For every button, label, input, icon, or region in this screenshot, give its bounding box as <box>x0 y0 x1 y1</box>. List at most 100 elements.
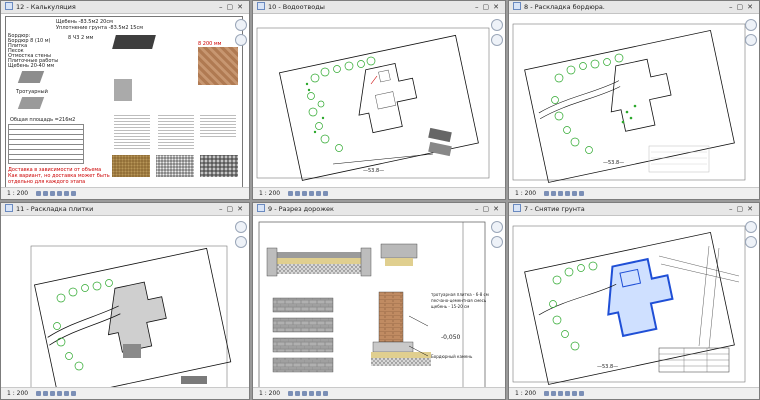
view-title: 10 - Водоотводы <box>268 3 325 11</box>
site-plan-drawing <box>256 27 490 181</box>
window-controls[interactable]: –▢✕ <box>219 203 247 215</box>
drawing-canvas[interactable] <box>1 216 249 391</box>
view-title: 11 - Раскладка плитки <box>16 205 94 213</box>
window-controls[interactable]: –▢✕ <box>475 203 503 215</box>
stone-texture <box>200 155 238 177</box>
site-plan-drawing <box>512 23 746 183</box>
calc-table <box>8 124 84 164</box>
view-control-bar[interactable]: 1 : 200 <box>253 387 505 399</box>
view-control-icons[interactable] <box>36 188 78 199</box>
scale-label[interactable]: 1 : 200 <box>515 190 536 197</box>
navigation-bar[interactable] <box>745 19 757 49</box>
view-calculation[interactable]: 12 - Калькуляция –▢✕ Щебень -83.5м2 20см … <box>0 0 250 200</box>
gravel-texture <box>156 155 194 177</box>
view-control-icons[interactable] <box>288 388 330 399</box>
paver-image-1 <box>17 71 45 83</box>
view-tile-layout[interactable]: 11 - Раскладка плитки –▢✕ 1 : 200 <box>0 202 250 400</box>
zoom-icon[interactable] <box>235 34 247 46</box>
steering-wheel-icon[interactable] <box>745 19 757 31</box>
sheet-icon <box>513 2 521 10</box>
calc-list-6: Щебень 20-40 мм <box>8 63 55 69</box>
view-control-bar[interactable]: 1 : 200 <box>509 387 759 399</box>
sand-texture <box>112 155 150 177</box>
view-titlebar[interactable]: 11 - Раскладка плитки –▢✕ <box>1 203 249 216</box>
scale-label[interactable]: 1 : 200 <box>259 190 280 197</box>
view-control-icons[interactable] <box>36 388 78 399</box>
view-control-icons[interactable] <box>288 188 330 199</box>
zoom-icon[interactable] <box>491 236 503 248</box>
view-path-section[interactable]: 9 - Разрез дорожек –▢✕ -0,050 тротуарная… <box>252 202 506 400</box>
drawing-sheet: Щебень -83.5м2 20см Уплотнение грунта -8… <box>5 16 243 188</box>
view-control-icons[interactable] <box>544 388 586 399</box>
drawing-canvas[interactable]: —53.8— <box>253 14 505 187</box>
elevation-value: -0,050 <box>441 334 461 341</box>
view-title: 9 - Разрез дорожек <box>268 205 334 213</box>
drawing-canvas[interactable]: Щебень -83.5м2 20см Уплотнение грунта -8… <box>1 14 249 188</box>
view-titlebar[interactable]: 10 - Водоотводы –▢✕ <box>253 1 505 14</box>
scale-label[interactable]: 1 : 200 <box>7 190 28 197</box>
red-mark: 8 200 мм <box>198 41 222 47</box>
view-curb-layout[interactable]: 8 - Раскладка бордюра. –▢✕ —53.8— 1 : 200 <box>508 0 760 200</box>
steering-wheel-icon[interactable] <box>235 19 247 31</box>
sheet-icon <box>5 204 13 212</box>
curb-image-2 <box>114 79 132 101</box>
view-title: 12 - Калькуляция <box>16 3 76 11</box>
steering-wheel-icon[interactable] <box>235 221 247 233</box>
view-title: 8 - Раскладка бордюра. <box>524 3 605 11</box>
site-plan-drawing <box>30 245 232 391</box>
dimension-label: —53.8— <box>603 160 625 166</box>
view-control-bar[interactable]: 1 : 200 <box>1 187 249 199</box>
navigation-bar[interactable] <box>235 221 247 251</box>
view-control-bar[interactable]: 1 : 200 <box>509 187 759 199</box>
brick-texture-image <box>198 47 238 85</box>
view-soil-removal[interactable]: 7 - Снятие грунта –▢✕ —53.8— 1 : 200 <box>508 202 760 400</box>
steering-wheel-icon[interactable] <box>745 221 757 233</box>
zoom-icon[interactable] <box>491 34 503 46</box>
zoom-icon[interactable] <box>745 236 757 248</box>
calc-table-title: Общая площадь =216м2 <box>10 117 76 123</box>
navigation-bar[interactable] <box>235 19 247 49</box>
view-control-bar[interactable]: 1 : 200 <box>253 187 505 199</box>
section-note-3: Бордюрный камень <box>431 354 473 359</box>
sheet-icon <box>257 2 265 10</box>
view-title: 7 - Снятие грунта <box>524 205 585 213</box>
steering-wheel-icon[interactable] <box>491 221 503 233</box>
text-block-2 <box>158 113 194 151</box>
text-block-1 <box>114 113 150 151</box>
drawing-canvas[interactable]: —53.8— <box>509 216 759 387</box>
scale-label[interactable]: 1 : 200 <box>515 390 536 397</box>
navigation-bar[interactable] <box>491 221 503 251</box>
navigation-bar[interactable] <box>491 19 503 49</box>
view-drainage[interactable]: 10 - Водоотводы –▢✕ —53.8— 1 : 200 <box>252 0 506 200</box>
view-control-bar[interactable]: 1 : 200 <box>1 387 249 399</box>
calc-dims: 8 Ч3 2 мм <box>68 35 94 41</box>
window-controls[interactable]: –▢✕ <box>475 1 503 13</box>
calc-note-left: Тротуарный <box>16 89 48 95</box>
dimension-label: —53.8— <box>597 364 619 370</box>
drawing-canvas[interactable]: —53.8— <box>509 14 759 187</box>
zoom-icon[interactable] <box>235 236 247 248</box>
drawing-canvas[interactable]: -0,050 тротуарная плитка - 6-8 см песчан… <box>253 216 505 389</box>
dimension-label: —53.8— <box>363 168 385 174</box>
sheet-icon <box>513 204 521 212</box>
window-controls[interactable]: –▢✕ <box>729 1 757 13</box>
scale-label[interactable]: 1 : 200 <box>7 390 28 397</box>
zoom-icon[interactable] <box>745 34 757 46</box>
section-note-1: песчано-цементная смесь <box>431 298 487 303</box>
view-control-icons[interactable] <box>544 188 586 199</box>
window-controls[interactable]: –▢✕ <box>219 1 247 13</box>
curb-image <box>112 35 156 49</box>
section-note-0: тротуарная плитка - 6-8 см <box>431 292 489 297</box>
calc-row-2: Уплотнение грунта -83.5м2 15см <box>56 25 143 31</box>
steering-wheel-icon[interactable] <box>491 19 503 31</box>
view-titlebar[interactable]: 8 - Раскладка бордюра. –▢✕ <box>509 1 759 14</box>
sheet-icon <box>5 2 13 10</box>
navigation-bar[interactable] <box>745 221 757 251</box>
text-block-3 <box>200 113 236 139</box>
view-titlebar[interactable]: 12 - Калькуляция –▢✕ <box>1 1 249 14</box>
view-titlebar[interactable]: 9 - Разрез дорожек –▢✕ <box>253 203 505 216</box>
view-titlebar[interactable]: 7 - Снятие грунта –▢✕ <box>509 203 759 216</box>
scale-label[interactable]: 1 : 200 <box>259 390 280 397</box>
window-controls[interactable]: –▢✕ <box>729 203 757 215</box>
section-note-2: щебень - 15-20 см <box>431 304 470 309</box>
